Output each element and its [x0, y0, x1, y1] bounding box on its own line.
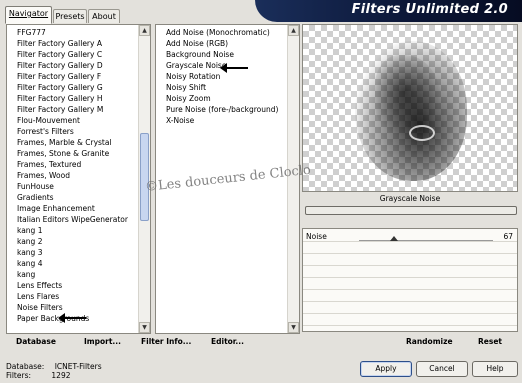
- apply-button[interactable]: Apply: [360, 361, 412, 377]
- list-item[interactable]: Filter Factory Gallery M: [7, 104, 138, 115]
- tab-navigator[interactable]: Navigator: [5, 6, 52, 24]
- list-item[interactable]: X-Noise: [156, 115, 287, 126]
- scroll-down-icon[interactable]: ▼: [288, 322, 299, 333]
- list-item[interactable]: Filter Factory Gallery D: [7, 60, 138, 71]
- editor-button[interactable]: Editor...: [211, 337, 244, 346]
- list-item[interactable]: Pure Noise (fore-/background): [156, 104, 287, 115]
- category-scroll-thumb[interactable]: [140, 133, 149, 221]
- tab-about-label: About: [92, 12, 116, 21]
- list-item[interactable]: Filter Factory Gallery A: [7, 38, 138, 49]
- list-item[interactable]: Lens Flares: [7, 291, 138, 302]
- tab-presets-label: Presets: [55, 12, 85, 21]
- list-item[interactable]: kang 3: [7, 247, 138, 258]
- empty-parameter-row: [303, 315, 517, 326]
- list-item[interactable]: Frames, Wood: [7, 170, 138, 181]
- arrow-left-icon: [220, 63, 248, 73]
- list-item[interactable]: Add Noise (Monochromatic): [156, 27, 287, 38]
- title-banner: Filters Unlimited 2.0: [255, 0, 522, 22]
- list-item[interactable]: Filter Factory Gallery C: [7, 49, 138, 60]
- preview-filter-name: Grayscale Noise: [379, 194, 441, 203]
- help-button[interactable]: Help: [472, 361, 518, 377]
- randomize-button[interactable]: Randomize: [406, 337, 453, 346]
- list-item[interactable]: Add Noise (RGB): [156, 38, 287, 49]
- list-item[interactable]: Flou-Mouvement: [7, 115, 138, 126]
- preview-highlight: [409, 125, 435, 141]
- list-item[interactable]: Noise Filters: [7, 302, 138, 313]
- list-item[interactable]: kang 4: [7, 258, 138, 269]
- tab-navigator-label: Navigator: [8, 9, 49, 18]
- status-database: Database: ICNET-Filters: [6, 362, 102, 371]
- parameter-slider[interactable]: [359, 236, 493, 241]
- list-item[interactable]: Filter Factory Gallery G: [7, 82, 138, 93]
- status-filters-label: Filters:: [6, 371, 32, 380]
- scroll-up-icon[interactable]: ▲: [139, 25, 150, 36]
- filter-info-button[interactable]: Filter Info...: [141, 337, 191, 346]
- list-item[interactable]: Frames, Stone & Granite: [7, 148, 138, 159]
- arrow-left-icon: [58, 313, 86, 323]
- list-item[interactable]: Image Enhancement: [7, 203, 138, 214]
- list-item[interactable]: Filter Factory Gallery H: [7, 93, 138, 104]
- parameter-label: Noise: [306, 232, 327, 241]
- status-filters-value: 1292: [51, 371, 71, 380]
- list-item[interactable]: Noisy Zoom: [156, 93, 287, 104]
- status-area: Database: ICNET-Filters Filters: 1292: [6, 362, 102, 380]
- parameter-panel: Noise 67: [302, 228, 518, 332]
- empty-parameter-row: [303, 255, 517, 266]
- status-database-value: ICNET-Filters: [54, 362, 102, 371]
- list-item[interactable]: Forrest's Filters: [7, 126, 138, 137]
- slider-thumb-icon[interactable]: [389, 236, 398, 241]
- import-button[interactable]: Import...: [84, 337, 121, 346]
- empty-parameter-row: [303, 279, 517, 290]
- category-list[interactable]: FFG777 Filter Factory Gallery A Filter Fac…: [7, 25, 138, 333]
- tab-about[interactable]: About: [88, 9, 120, 23]
- empty-parameter-row: [303, 291, 517, 302]
- scroll-down-icon[interactable]: ▼: [139, 322, 150, 333]
- list-item[interactable]: Filter Factory Gallery F: [7, 71, 138, 82]
- list-item[interactable]: Italian Editors WipeGenerator: [7, 214, 138, 225]
- tab-presets[interactable]: Presets: [53, 9, 87, 23]
- category-list-panel: FFG777 Filter Factory Gallery A Filter Fac…: [6, 24, 151, 334]
- empty-parameter-row: [303, 303, 517, 314]
- parameter-row[interactable]: Noise 67: [303, 231, 517, 242]
- empty-parameter-row: [303, 267, 517, 278]
- app-title: Filters Unlimited 2.0: [351, 2, 508, 17]
- list-item[interactable]: Lens Effects: [7, 280, 138, 291]
- database-button[interactable]: Database: [16, 337, 56, 346]
- empty-parameter-row: [303, 243, 517, 254]
- list-item[interactable]: Frames, Marble & Crystal: [7, 137, 138, 148]
- list-item[interactable]: Noisy Shift: [156, 82, 287, 93]
- reset-button[interactable]: Reset: [478, 337, 502, 346]
- list-item[interactable]: Frames, Textured: [7, 159, 138, 170]
- list-item[interactable]: kang: [7, 269, 138, 280]
- list-item[interactable]: Gradients: [7, 192, 138, 203]
- preview-image: [302, 24, 518, 192]
- list-item[interactable]: kang 1: [7, 225, 138, 236]
- parameter-value: 67: [503, 232, 513, 241]
- list-item[interactable]: FFG777: [7, 27, 138, 38]
- scroll-up-icon[interactable]: ▲: [288, 25, 299, 36]
- status-database-label: Database:: [6, 362, 45, 371]
- progress-bar: [305, 206, 517, 215]
- list-item[interactable]: FunHouse: [7, 181, 138, 192]
- list-item[interactable]: kang 2: [7, 236, 138, 247]
- cancel-button[interactable]: Cancel: [416, 361, 468, 377]
- list-item[interactable]: Background Noise: [156, 49, 287, 60]
- status-filters: Filters: 1292: [6, 371, 102, 380]
